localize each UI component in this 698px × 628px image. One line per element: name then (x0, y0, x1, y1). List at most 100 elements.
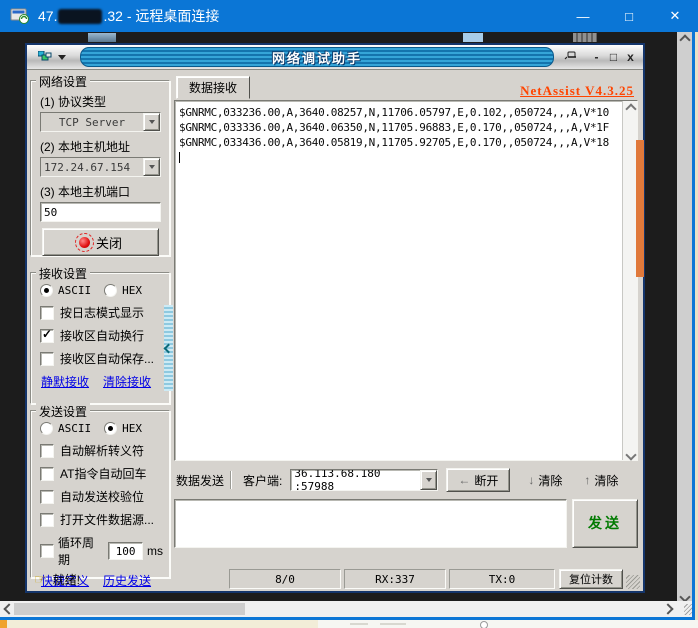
send-ascii-radio[interactable] (40, 422, 53, 435)
scroll-up-icon[interactable] (677, 32, 692, 47)
app-maximize-button[interactable]: □ (605, 49, 622, 65)
send-hex-radio[interactable] (104, 422, 117, 435)
pin-icon[interactable] (564, 49, 580, 65)
chevron-down-icon[interactable] (143, 158, 160, 176)
cycle-field-wrap (108, 542, 143, 560)
send-toolbar: 数据发送 客户端: 36.113.68.180 :57988 ← 断开 ↓ 清除 (174, 468, 638, 493)
host-select[interactable]: 172.24.67.154 (40, 157, 161, 177)
checkbox-label: 自动解析转义符 (60, 442, 144, 459)
app-icon (38, 51, 52, 63)
reset-count-button[interactable]: 复位计数 (559, 569, 623, 589)
checkbox-label: 接收区自动换行 (60, 327, 144, 344)
send-input[interactable] (174, 499, 567, 548)
hex-radio[interactable] (104, 284, 117, 297)
auto-save-checkbox[interactable] (40, 352, 54, 366)
scroll-up-icon[interactable] (623, 101, 638, 116)
log-mode-checkbox[interactable] (40, 306, 54, 320)
protocol-select[interactable]: TCP Server (40, 112, 161, 132)
scroll-down-icon[interactable] (677, 586, 692, 601)
app-titlebar: 网络调试助手 - □ x (27, 45, 643, 70)
client-select[interactable]: 36.113.68.180 :57988 (290, 469, 438, 491)
clear-receive-button[interactable]: ↓ 清除 (524, 470, 566, 491)
rdp-window-title: 47..32 - 远程桌面连接 (38, 6, 219, 26)
background-window-fragment (88, 33, 116, 42)
port-field-wrap (40, 202, 161, 222)
receive-scrollbar[interactable] (622, 101, 637, 460)
status-ready-text: 就绪! (53, 571, 80, 588)
hex-radio-label: HEX (122, 284, 142, 297)
status-bar: ☞ 就绪! 8/0 RX:337 TX:0 复位计数 (30, 569, 640, 589)
chevron-down-icon[interactable] (143, 113, 160, 131)
background-map-area (0, 620, 318, 628)
hex-radio-label: HEX (122, 422, 142, 435)
horizontal-scroll-thumb[interactable] (14, 603, 245, 615)
auto-linefeed-checkbox[interactable] (40, 329, 54, 343)
app-minimize-button[interactable]: - (588, 49, 605, 65)
background-map-marker (480, 621, 488, 628)
app-menu-button[interactable] (31, 49, 70, 65)
escape-parse-checkbox[interactable] (40, 444, 54, 458)
packet-counter: 8/0 (229, 569, 341, 589)
up-arrow-icon: ↑ (584, 473, 590, 487)
checkbox-label: 自动发送校验位 (60, 488, 144, 505)
cycle-input[interactable] (109, 545, 142, 558)
left-arrow-icon: ← (458, 473, 470, 487)
rx-counter: RX:337 (344, 569, 446, 589)
chevron-down-icon[interactable] (420, 470, 437, 490)
file-source-checkbox[interactable] (40, 513, 54, 527)
rdp-horizontal-scrollbar[interactable] (0, 601, 677, 617)
cycle-unit: ms (147, 544, 163, 558)
scroll-down-icon[interactable] (623, 445, 638, 460)
data-column: 数据接收 NetAssist V4.3.25 $GNRMC,033236.00,… (174, 76, 638, 548)
clear-send-button[interactable]: ↑ 清除 (580, 470, 622, 491)
background-orange-strip (636, 140, 644, 277)
group-title: 网络设置 (36, 73, 90, 90)
divider (230, 471, 231, 489)
ascii-radio[interactable] (40, 284, 53, 297)
checksum-checkbox[interactable] (40, 490, 54, 504)
scroll-right-icon[interactable] (662, 603, 673, 614)
send-button[interactable]: 发送 (572, 499, 638, 548)
netassist-version-link[interactable]: NetAssist V4.3.25 (520, 83, 634, 99)
netassist-window: 网络调试助手 - □ x 网络设置 (1) 协议类型 TCP Server (25, 43, 645, 593)
app-title-band: 网络调试助手 (80, 47, 554, 67)
receive-text: $GNRMC,033236.00,A,3640.08257,N,11706.05… (175, 101, 623, 460)
app-close-button[interactable]: x (622, 49, 639, 65)
background-map-dash (350, 623, 368, 625)
text-caret (179, 152, 180, 163)
rdp-minimize-button[interactable]: — (560, 0, 606, 32)
tab-data-receive[interactable]: 数据接收 (176, 76, 250, 99)
disconnect-button[interactable]: ← 断开 (446, 468, 510, 492)
scroll-left-icon[interactable] (3, 603, 14, 614)
background-window-fragment (573, 33, 597, 42)
checkbox-label: 按日志模式显示 (60, 304, 144, 321)
clear-receive-link[interactable]: 清除接收 (103, 373, 151, 390)
tab-data-send[interactable]: 数据发送 (174, 468, 230, 493)
background-map-dash (380, 623, 406, 625)
ascii-radio-label: ASCII (58, 422, 91, 435)
checkbox-label: 接收区自动保存... (60, 350, 154, 367)
resize-grip-icon[interactable] (626, 575, 640, 589)
close-connection-button[interactable]: 关闭 (42, 228, 159, 256)
port-input[interactable] (41, 206, 160, 219)
background-desktop-strip (0, 620, 698, 628)
port-label: (3) 本地主机端口 (40, 183, 163, 200)
collapse-left-icon (164, 343, 174, 353)
receive-area[interactable]: $GNRMC,033236.00,A,3640.08257,N,11706.05… (174, 100, 638, 461)
rdp-vertical-scrollbar[interactable] (677, 32, 692, 601)
tx-counter: TX:0 (449, 569, 555, 589)
rdp-titlebar: 47..32 - 远程桌面连接 — □ ✕ (0, 0, 698, 32)
ascii-radio-label: ASCII (58, 284, 91, 297)
at-cr-checkbox[interactable] (40, 467, 54, 481)
rdp-maximize-button[interactable]: □ (606, 0, 652, 32)
checkbox-label: 打开文件数据源... (60, 511, 154, 528)
silent-receive-link[interactable]: 静默接收 (41, 373, 89, 390)
client-label: 客户端: (243, 472, 282, 489)
settings-column: 网络设置 (1) 协议类型 TCP Server (2) 本地主机地址 172.… (30, 76, 170, 568)
red-led-icon (79, 237, 90, 248)
panel-collapse-splitter[interactable] (164, 305, 173, 391)
screen: 47..32 - 远程桌面连接 — □ ✕ (0, 0, 698, 628)
protocol-label: (1) 协议类型 (40, 93, 163, 110)
cycle-checkbox[interactable] (40, 544, 54, 558)
rdp-close-button[interactable]: ✕ (652, 0, 698, 32)
